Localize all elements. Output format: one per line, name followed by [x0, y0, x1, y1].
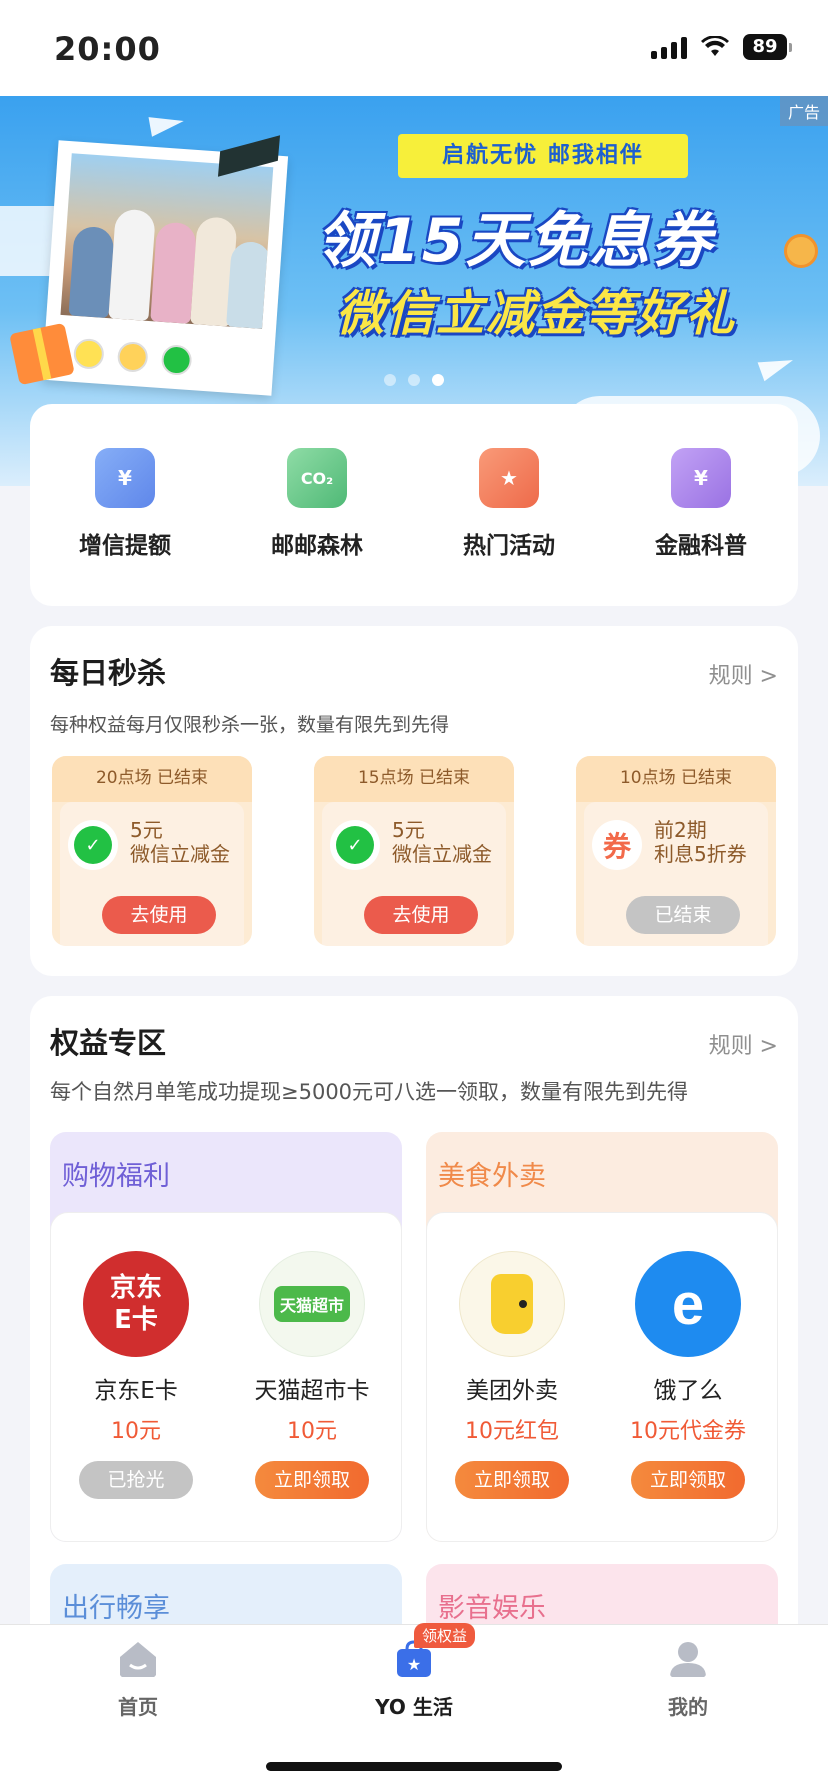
coupon-name: 微信立减金 — [392, 842, 492, 866]
pagination-dot-active — [432, 374, 444, 386]
quick-nav-item-finance[interactable]: ¥ 金融科普 — [626, 448, 776, 560]
status-time: 20:00 — [54, 30, 161, 68]
benefit-name: 京东E卡 — [94, 1378, 178, 1404]
flash-sale-card: 每日秒杀 规则 > 每种权益每月仅限秒杀一张，数量有限先到先得 20点场 已结束… — [30, 626, 798, 976]
doc-search-icon: ¥ — [671, 448, 731, 508]
benefit-item: 天猫超市 天猫超市卡 10元 立即领取 — [227, 1251, 397, 1499]
quick-nav-item-forest[interactable]: CO₂ 邮邮森林 — [242, 448, 392, 560]
benefit-group-title: 美食外卖 — [438, 1161, 546, 1192]
claim-button[interactable]: 立即领取 — [455, 1461, 569, 1499]
quick-nav-label: 增信提额 — [79, 533, 171, 559]
benefits-title: 权益专区 — [50, 1026, 167, 1060]
tab-label: 我的 — [668, 1695, 708, 1719]
benefit-value: 10元代金券 — [630, 1419, 746, 1444]
flash-sale-item: 20点场 已结束 ✓ 5元 微信立减金 去使用 — [52, 756, 252, 946]
coupon-amount: 5元 — [392, 818, 425, 842]
benefits-rule-link[interactable]: 规则 > — [709, 1028, 778, 1060]
wechat-icon: ✓ — [330, 820, 380, 870]
banner-slogan: 启航无忧 邮我相伴 — [398, 134, 688, 178]
tab-home[interactable]: 首页 — [68, 1639, 208, 1720]
coupon-icon: 券 — [592, 820, 642, 870]
ended-button: 已结束 — [626, 896, 740, 934]
quick-nav-item-credit[interactable]: ¥ 增信提额 — [50, 448, 200, 560]
eleme-logo: e — [635, 1251, 741, 1357]
quick-nav-label: 热门活动 — [463, 533, 555, 559]
benefit-group-title: 购物福利 — [62, 1161, 170, 1192]
battery-icon: 89 — [743, 34, 792, 60]
wechat-icon: ✓ — [68, 820, 118, 870]
use-coupon-button[interactable]: 去使用 — [364, 896, 478, 934]
signal-icon — [651, 35, 687, 59]
home-indicator — [266, 1762, 562, 1771]
bookmark-star-icon: ★ — [479, 448, 539, 508]
paper-plane-icon — [148, 111, 186, 137]
home-icon — [120, 1642, 156, 1677]
paper-plane-icon — [757, 350, 797, 382]
pagination-dot — [384, 374, 396, 386]
quick-nav-item-events[interactable]: ★ 热门活动 — [434, 448, 584, 560]
claim-button[interactable]: 立即领取 — [255, 1461, 369, 1499]
flash-sale-subtitle: 每种权益每月仅限秒杀一张，数量有限先到先得 — [50, 714, 450, 736]
coupon-name: 利息5折券 — [654, 842, 747, 866]
flash-sale-session: 15点场 已结束 — [314, 756, 514, 802]
svg-text:★: ★ — [407, 1655, 421, 1674]
coupon-amount: 前2期 — [654, 818, 707, 842]
benefit-value: 10元 — [111, 1419, 161, 1444]
wifi-icon — [701, 36, 729, 56]
sold-out-button: 已抢光 — [79, 1461, 193, 1499]
benefit-name: 天猫超市卡 — [254, 1378, 370, 1404]
cloud-co2-icon: CO₂ — [287, 448, 347, 508]
wallet-icon: ¥ — [95, 448, 155, 508]
pagination-dot — [408, 374, 420, 386]
status-icons: 89 — [651, 34, 792, 60]
banner-photo — [41, 140, 289, 396]
benefit-group-shopping: 购物福利 京东 E卡 京东E卡 10元 已抢光 天猫超市 天猫超市卡 10元 立… — [50, 1132, 402, 1542]
tmall-supermarket-logo: 天猫超市 — [259, 1251, 365, 1357]
status-bar: 20:00 89 — [0, 0, 828, 96]
benefit-item: e 饿了么 10元代金券 立即领取 — [603, 1251, 773, 1499]
coupon-amount: 5元 — [130, 818, 163, 842]
flash-sale-session: 20点场 已结束 — [52, 756, 252, 802]
flash-sale-item: 15点场 已结束 ✓ 5元 微信立减金 去使用 — [314, 756, 514, 946]
claim-button[interactable]: 立即领取 — [631, 1461, 745, 1499]
tab-yo-life[interactable]: 领权益 ★ YO 生活 — [344, 1623, 484, 1720]
banner-pagination — [384, 374, 444, 386]
benefit-item: 京东 E卡 京东E卡 10元 已抢光 — [51, 1251, 221, 1499]
benefit-name: 饿了么 — [653, 1378, 723, 1404]
flash-sale-item: 10点场 已结束 券 前2期 利息5折券 已结束 — [576, 756, 776, 946]
meituan-logo — [459, 1251, 565, 1357]
benefit-item: 美团外卖 10元红包 立即领取 — [427, 1251, 597, 1499]
banner-headline: 领15天免息券 — [316, 206, 714, 276]
tab-label: 首页 — [118, 1695, 158, 1719]
quick-nav-label: 邮邮森林 — [271, 533, 363, 559]
benefit-value: 10元红包 — [465, 1419, 559, 1444]
benefit-name: 美团外卖 — [466, 1378, 558, 1404]
coupon-name: 微信立减金 — [130, 842, 230, 866]
tab-badge: 领权益 — [414, 1623, 476, 1648]
coin-icon — [784, 234, 818, 268]
quick-nav-label: 金融科普 — [655, 533, 747, 559]
tab-label: YO 生活 — [375, 1695, 453, 1719]
tab-mine[interactable]: 我的 — [618, 1639, 758, 1720]
jd-ecard-logo: 京东 E卡 — [83, 1251, 189, 1357]
flash-sale-rule-link[interactable]: 规则 > — [709, 658, 778, 690]
benefit-group-food: 美食外卖 美团外卖 10元红包 立即领取 e 饿了么 10元代金券 立即领取 — [426, 1132, 778, 1542]
banner-subheadline: 微信立减金等好礼 — [336, 286, 737, 342]
benefits-subtitle: 每个自然月单笔成功提现≥5000元可八选一领取，数量有限先到先得 — [50, 1080, 689, 1104]
quick-nav-card: ¥ 增信提额 CO₂ 邮邮森林 ★ 热门活动 ¥ 金融科普 — [30, 404, 798, 606]
user-icon — [670, 1642, 706, 1677]
flash-sale-title: 每日秒杀 — [50, 656, 167, 690]
battery-level: 89 — [743, 34, 787, 60]
use-coupon-button[interactable]: 去使用 — [102, 896, 216, 934]
ad-tag: 广告 — [779, 96, 828, 126]
flash-sale-session: 10点场 已结束 — [576, 756, 776, 802]
benefits-card: 权益专区 规则 > 每个自然月单笔成功提现≥5000元可八选一领取，数量有限先到… — [30, 996, 798, 1716]
benefit-value: 10元 — [287, 1419, 337, 1444]
